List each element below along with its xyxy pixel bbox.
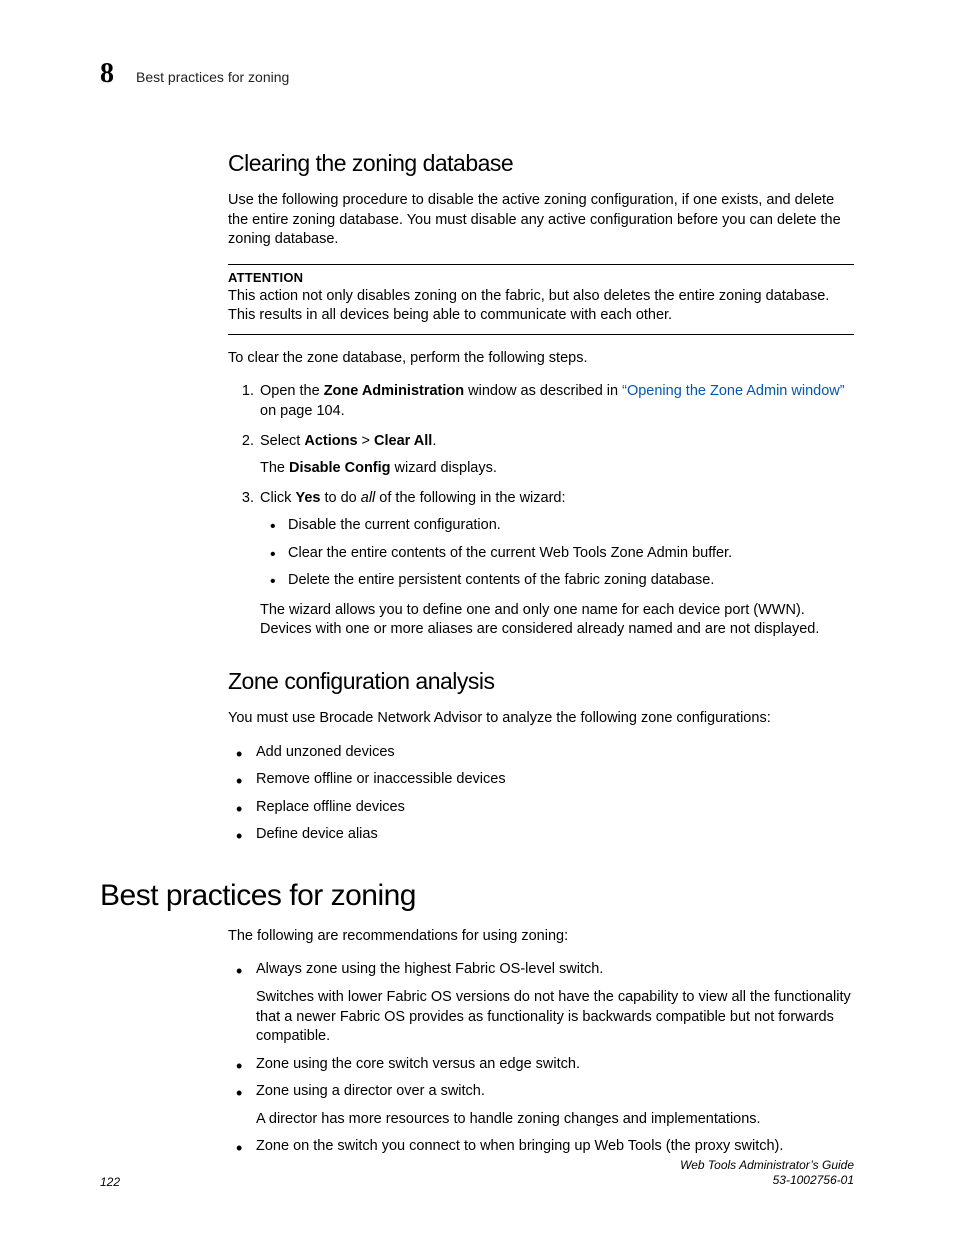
list-item: Remove offline or inaccessible devices — [256, 770, 854, 790]
attention-notice: ATTENTION This action not only disables … — [228, 264, 854, 335]
attention-text: This action not only disables zoning on … — [228, 287, 854, 326]
ui-name: Actions — [304, 433, 357, 449]
text: Open the — [260, 383, 324, 399]
list-item: Replace offline devices — [256, 798, 854, 818]
page-footer: 122 Web Tools Administrator’s Guide 53-1… — [100, 1158, 854, 1189]
procedure-steps: Open the Zone Administration window as d… — [228, 382, 854, 640]
page: 8 Best practices for zoning Clearing the… — [0, 0, 954, 1235]
body-text: To clear the zone database, perform the … — [228, 349, 854, 369]
sub-text: Switches with lower Fabric OS versions d… — [256, 988, 854, 1047]
list-item: Delete the entire persistent contents of… — [288, 571, 854, 591]
ui-name: Yes — [295, 490, 320, 506]
step-2: Select Actions > Clear All. The Disable … — [258, 432, 854, 479]
body-text: Use the following procedure to disable t… — [228, 191, 854, 250]
text: to do — [320, 490, 360, 506]
text: Always zone using the highest Fabric OS-… — [256, 961, 603, 977]
text: . — [432, 433, 436, 449]
list-item: Add unzoned devices — [256, 743, 854, 763]
heading-zone-config-analysis: Zone configuration analysis — [228, 668, 854, 695]
ui-name: Disable Config — [289, 460, 391, 476]
text: wizard displays. — [391, 460, 497, 476]
ui-name: Clear All — [374, 433, 432, 449]
main-content: Clearing the zoning database Use the fol… — [228, 150, 854, 1157]
doc-title: Web Tools Administrator’s Guide — [680, 1158, 854, 1174]
doc-id: Web Tools Administrator’s Guide 53-10027… — [680, 1158, 854, 1189]
chapter-number: 8 — [100, 58, 114, 90]
step-result: The Disable Config wizard displays. — [260, 459, 854, 479]
step-1: Open the Zone Administration window as d… — [258, 382, 854, 421]
text: Click — [260, 490, 295, 506]
list-item: Zone using a director over a switch. A d… — [256, 1082, 854, 1129]
text: Zone using a director over a switch. — [256, 1083, 485, 1099]
list-item: Always zone using the highest Fabric OS-… — [256, 960, 854, 1046]
body-text: You must use Brocade Network Advisor to … — [228, 709, 854, 729]
page-number: 122 — [100, 1175, 120, 1189]
text: Select — [260, 433, 304, 449]
cross-reference-link[interactable]: “Opening the Zone Admin window” — [622, 383, 844, 399]
sub-bullet-list: Disable the current configuration. Clear… — [260, 516, 854, 591]
text: on page 104. — [260, 403, 345, 419]
running-header: 8 Best practices for zoning — [100, 58, 854, 90]
list-item: Clear the entire contents of the current… — [288, 544, 854, 564]
running-title: Best practices for zoning — [136, 69, 289, 85]
heading-best-practices: Best practices for zoning — [100, 879, 854, 913]
list-item: Define device alias — [256, 825, 854, 845]
step-tail-text: The wizard allows you to define one and … — [260, 601, 854, 640]
body-text: The following are recommendations for us… — [228, 927, 854, 947]
sub-text: A director has more resources to handle … — [256, 1110, 854, 1130]
list-item: Zone on the switch you connect to when b… — [256, 1137, 854, 1157]
bullet-list: Always zone using the highest Fabric OS-… — [228, 960, 854, 1157]
list-item: Disable the current configuration. — [288, 516, 854, 536]
heading-clearing-zoning-db: Clearing the zoning database — [228, 150, 854, 177]
text: window as described in — [464, 383, 622, 399]
text: > — [358, 433, 375, 449]
attention-label: ATTENTION — [228, 270, 854, 285]
step-3: Click Yes to do all of the following in … — [258, 489, 854, 640]
emphasis: all — [361, 490, 376, 506]
list-item: Zone using the core switch versus an edg… — [256, 1055, 854, 1075]
text: of the following in the wizard: — [375, 490, 565, 506]
doc-number: 53-1002756-01 — [680, 1173, 854, 1189]
bullet-list: Add unzoned devices Remove offline or in… — [228, 743, 854, 845]
ui-name: Zone Administration — [324, 383, 464, 399]
text: The — [260, 460, 289, 476]
